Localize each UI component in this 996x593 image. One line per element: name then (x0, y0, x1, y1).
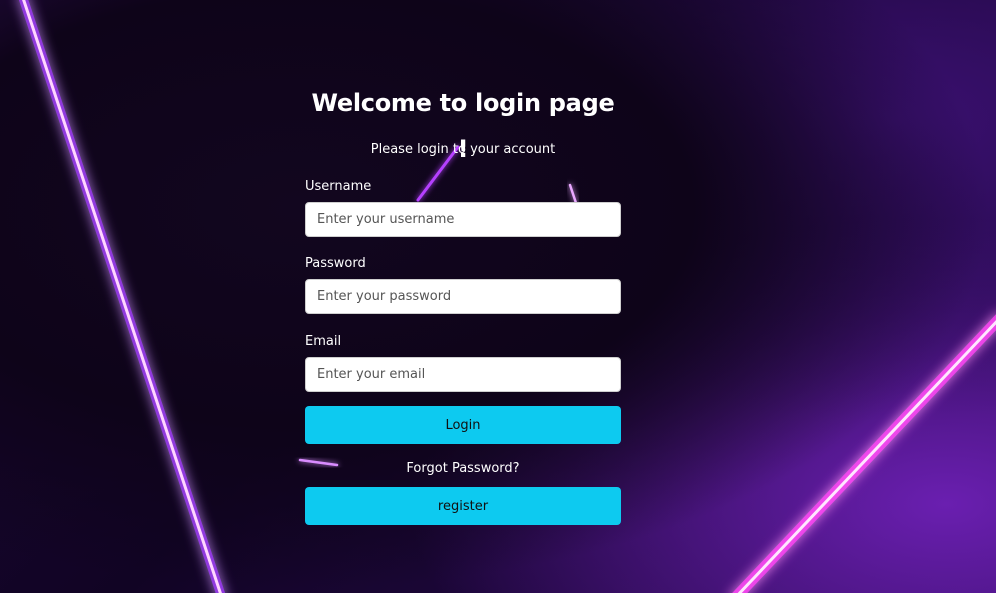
username-label: Username (305, 179, 372, 194)
password-input[interactable] (305, 279, 621, 314)
neon-line-left (18, 0, 226, 593)
username-input[interactable] (305, 202, 621, 237)
page-title: Welcome to login page ! (311, 89, 615, 163)
forgot-password-link[interactable]: Forgot Password? (305, 460, 621, 478)
login-form: Welcome to login page ! Please login to … (305, 80, 621, 525)
password-label: Password (305, 256, 366, 271)
subtitle: Please login to your account (370, 142, 556, 157)
email-label: Email (305, 334, 342, 349)
login-button[interactable]: Login (305, 406, 621, 444)
register-button[interactable]: register (305, 487, 621, 525)
neon-line-right (732, 314, 996, 593)
email-input[interactable] (305, 357, 621, 392)
